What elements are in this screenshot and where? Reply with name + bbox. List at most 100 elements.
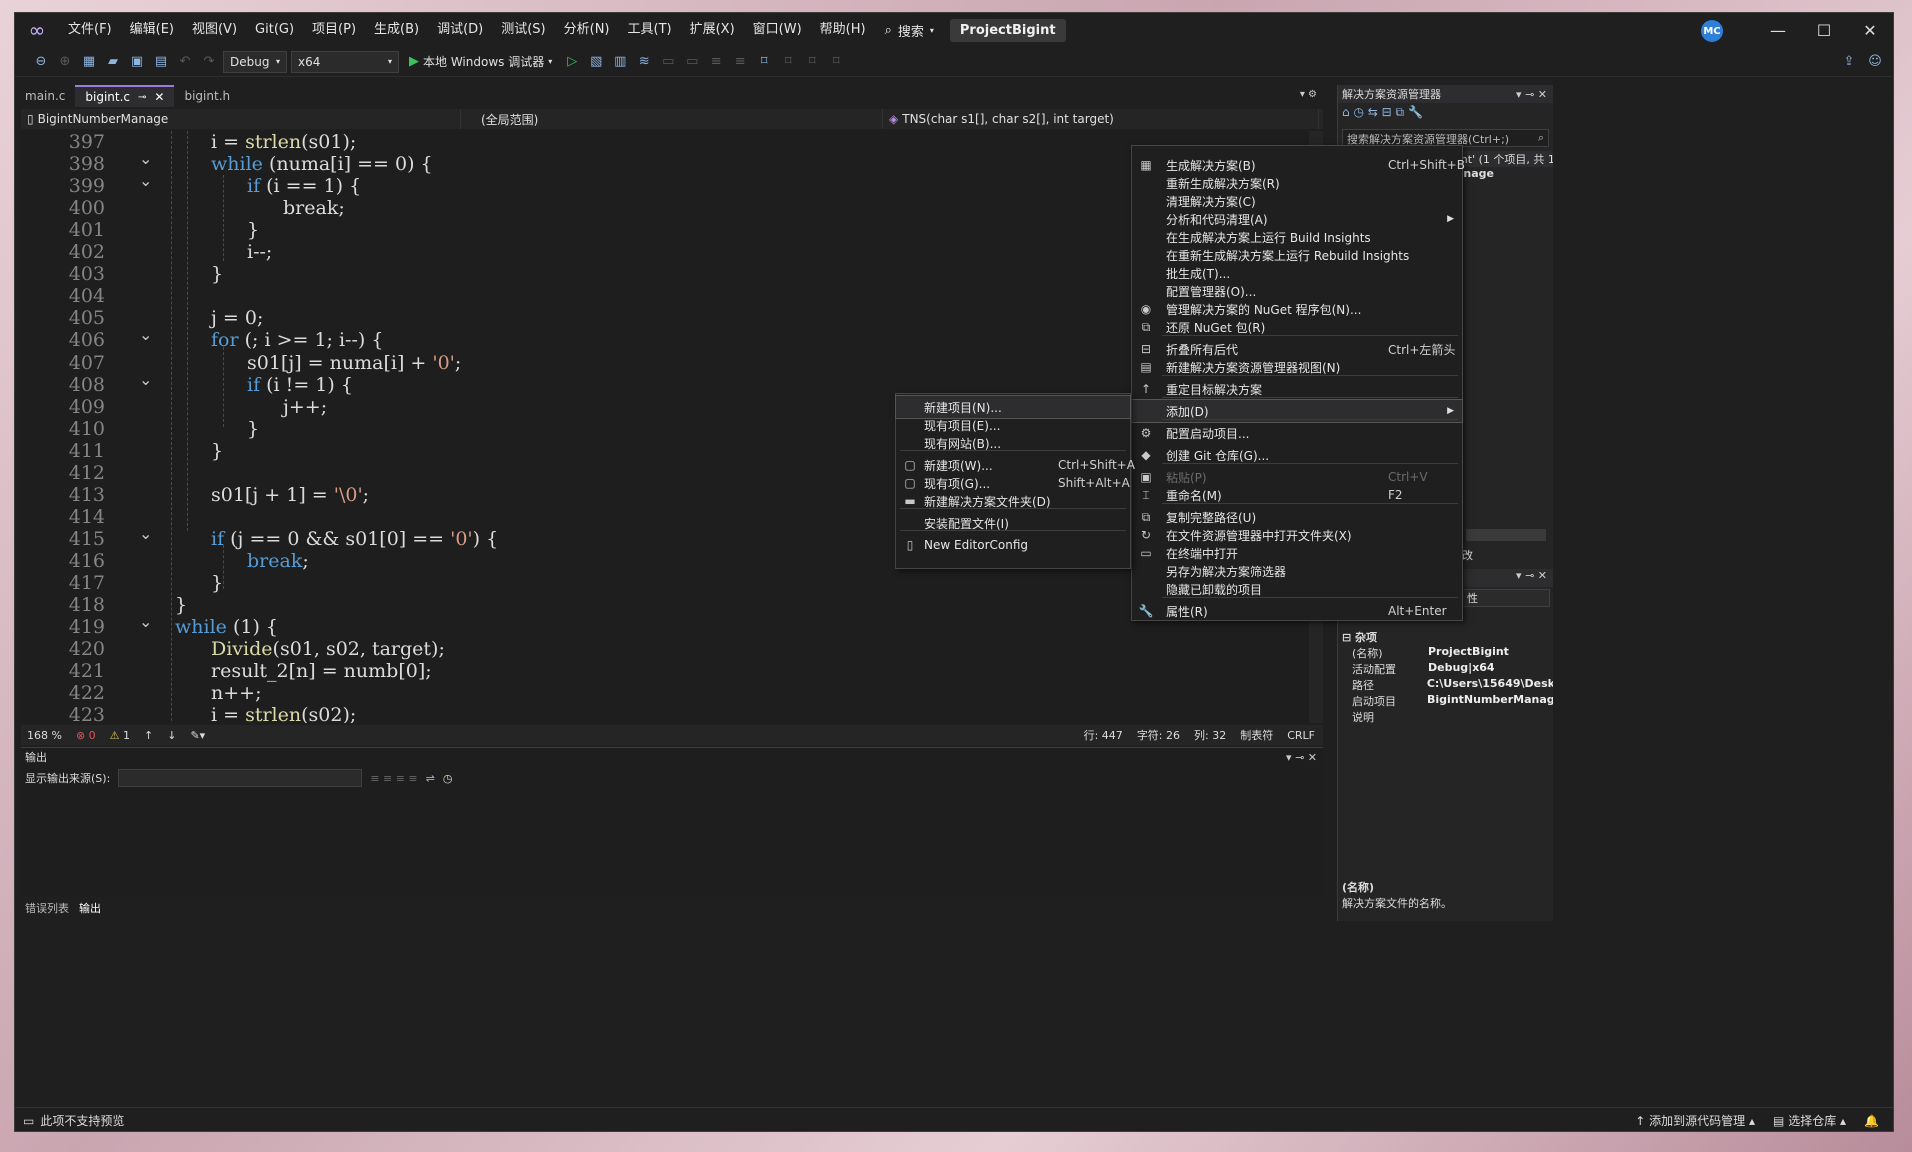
menu-item[interactable]: 帮助(H) <box>811 13 875 47</box>
warning-icon[interactable]: ⚠ 1 <box>110 729 130 742</box>
menu-item[interactable]: 扩展(X) <box>681 13 744 47</box>
scope-dropdown[interactable]: (全局范围) <box>461 109 883 129</box>
menu-item[interactable]: 文件(F) <box>59 13 121 47</box>
function-dropdown[interactable]: ◈ TNS(char s1[], char s2[], int target) <box>883 109 1319 129</box>
horizontal-scrollbar[interactable] <box>1466 529 1546 541</box>
notifications-icon[interactable]: 🔔 <box>1864 1114 1879 1128</box>
project-dropdown[interactable]: ▯ BigintNumberManage <box>21 109 461 129</box>
bookmark-icon[interactable]: ⌑ <box>754 52 774 72</box>
platform-select[interactable]: x64 ▾ <box>291 50 399 73</box>
brush-icon[interactable]: ✎▾ <box>190 729 205 742</box>
forward-icon[interactable]: ⊕ <box>55 52 75 72</box>
config-select[interactable]: Debug ▾ <box>223 50 287 73</box>
code-line[interactable]: 417} <box>21 572 1323 594</box>
arrow-up-icon[interactable]: ↑ <box>144 729 153 742</box>
layout-icon[interactable]: ▥ <box>610 52 630 72</box>
browse-icon[interactable]: ▧ <box>586 52 606 72</box>
fold-toggle-icon[interactable]: ⌄ <box>139 612 152 631</box>
code-line[interactable]: 423 i = strlen(s02); <box>21 704 1323 723</box>
uncomment-icon[interactable]: ▭ <box>682 52 702 72</box>
property-row[interactable]: 活动配置 Debug|x64 <box>1338 661 1553 677</box>
open-icon[interactable]: ▰ <box>103 52 123 72</box>
eol-indicator[interactable]: CRLF <box>1287 729 1315 742</box>
code-line[interactable]: 402 i--; <box>21 241 1323 263</box>
sync-icon[interactable]: ⇆ <box>1368 105 1378 119</box>
outdent-icon[interactable]: ≡ <box>730 52 750 72</box>
code-line[interactable]: 404 <box>21 285 1323 307</box>
tab-bigint-c[interactable]: bigint.c ⊸ ✕ <box>75 85 175 107</box>
new-project-icon[interactable]: ▦ <box>79 52 99 72</box>
save-icon[interactable]: ▣ <box>127 52 147 72</box>
run-without-debug-icon[interactable]: ▷ <box>562 52 582 72</box>
clock-icon[interactable]: ◷ <box>443 772 453 785</box>
menu-item[interactable]: 窗口(W) <box>744 13 811 47</box>
back-icon[interactable]: ⊖ <box>31 52 51 72</box>
property-row[interactable]: 启动项目 BigintNumberManag <box>1338 693 1553 709</box>
menu-item[interactable]: 生成(B) <box>365 13 428 47</box>
menu-item[interactable]: Git(G) <box>246 13 303 47</box>
context-menu-item[interactable]: ⚙ 配置启动项目... <box>1132 422 1462 444</box>
history-icon[interactable]: ◷ <box>1353 105 1363 119</box>
comment-icon[interactable]: ▭ <box>658 52 678 72</box>
property-row[interactable]: 说明 <box>1338 709 1553 725</box>
code-line[interactable]: 398 ⌄ while (numa[i] == 0) { <box>21 149 1323 175</box>
bookmark-next-icon[interactable]: ⌑ <box>802 52 822 72</box>
minimize-button[interactable]: — <box>1755 13 1801 47</box>
property-row[interactable]: (名称) ProjectBigint <box>1338 645 1553 661</box>
save-all-icon[interactable]: ▤ <box>151 52 171 72</box>
tabs-indicator[interactable]: 制表符 <box>1240 727 1273 743</box>
fold-toggle-icon[interactable]: ⌄ <box>139 149 152 168</box>
menu-item[interactable]: 视图(V) <box>183 13 246 47</box>
avatar[interactable]: MC <box>1701 20 1723 42</box>
close-tab-icon[interactable]: ✕ <box>154 90 164 104</box>
start-debug-button[interactable]: ▶ 本地 Windows 调试器 ▾ <box>403 53 558 70</box>
bookmark-prev-icon[interactable]: ⌑ <box>778 52 798 72</box>
output-source-select[interactable] <box>118 769 363 787</box>
wrap-icon[interactable]: ⇌ <box>426 772 435 785</box>
show-all-icon[interactable]: ⧉ <box>1396 105 1405 119</box>
hot-reload-icon[interactable]: ≋ <box>634 52 654 72</box>
code-line[interactable]: 420 Divide(s01, s02, target); <box>21 638 1323 660</box>
fold-toggle-icon[interactable]: ⌄ <box>139 370 152 389</box>
tab-main-c[interactable]: main.c <box>15 85 75 107</box>
code-line[interactable]: 407 s01[j] = numa[i] + '0'; <box>21 352 1323 374</box>
error-icon[interactable]: ⊗ 0 <box>76 729 96 742</box>
pin-icon[interactable]: ⊸ <box>138 92 146 103</box>
tab-output[interactable]: 输出 <box>79 900 101 916</box>
maximize-button[interactable]: ☐ <box>1801 13 1847 47</box>
col-indicator[interactable]: 列: 32 <box>1194 727 1226 743</box>
tab-dropdown-icon[interactable]: ▾ ⚙ <box>1300 89 1317 100</box>
code-line[interactable]: 400 break; <box>21 197 1323 219</box>
char-indicator[interactable]: 字符: 26 <box>1137 727 1180 743</box>
panel-controls-icon[interactable]: ▾ ⊸ ✕ <box>1516 88 1547 101</box>
fold-toggle-icon[interactable]: ⌄ <box>139 722 152 723</box>
code-line[interactable]: 401} <box>21 219 1323 241</box>
search-button[interactable]: ⌕ 搜索 ▾ <box>875 21 944 40</box>
tab-error-list[interactable]: 错误列表 <box>25 900 69 916</box>
zoom-level[interactable]: 168 % <box>27 729 62 742</box>
home-icon[interactable]: ⌂ <box>1342 105 1350 119</box>
code-line[interactable]: 418} <box>21 594 1323 616</box>
fold-toggle-icon[interactable]: ⌄ <box>139 325 152 344</box>
code-line[interactable]: 397 i = strlen(s01); <box>21 131 1323 153</box>
collapse-all-icon[interactable]: ⊟ <box>1382 105 1392 119</box>
bookmark-clear-icon[interactable]: ⌑ <box>826 52 846 72</box>
tab-bigint-h[interactable]: bigint.h <box>174 85 240 107</box>
code-line[interactable]: 422 n++; <box>21 682 1323 704</box>
line-indicator[interactable]: 行: 447 <box>1084 727 1123 743</box>
menu-item[interactable]: 项目(P) <box>303 13 365 47</box>
menu-item[interactable]: 工具(T) <box>619 13 681 47</box>
undo-icon[interactable]: ↶ <box>175 52 195 72</box>
menu-item[interactable]: 编辑(E) <box>121 13 183 47</box>
share-icon[interactable]: ⇪ <box>1839 52 1859 72</box>
code-line[interactable]: 406 ⌄ for (; i >= 1; i--) { <box>21 325 1323 351</box>
code-line[interactable]: 403} <box>21 263 1323 285</box>
redo-icon[interactable]: ↷ <box>199 52 219 72</box>
indent-icon[interactable]: ≡ <box>706 52 726 72</box>
source-control-button[interactable]: ↑ 添加到源代码管理 ▴ <box>1635 1112 1755 1129</box>
panel-controls-icon[interactable]: ▾ ⊸ ✕ <box>1286 751 1317 764</box>
code-line[interactable]: 399 ⌄ if (i == 1) { <box>21 171 1323 197</box>
menu-item[interactable]: 调试(D) <box>428 13 492 47</box>
context-menu-item[interactable]: 🔧 属性(R) Alt+Enter <box>1132 600 1462 622</box>
properties-icon[interactable]: 🔧 <box>1408 105 1423 119</box>
